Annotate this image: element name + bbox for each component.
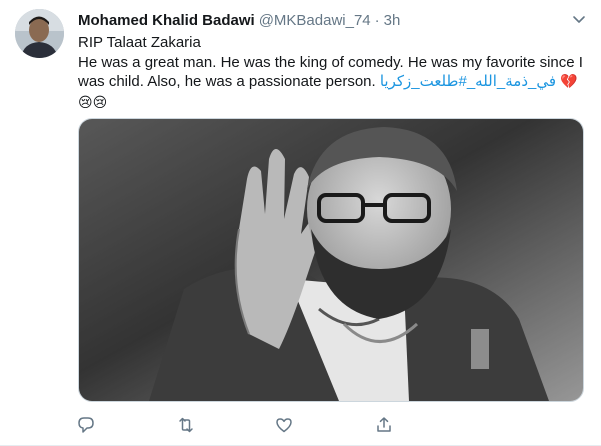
author-handle[interactable]: @MKBadawi_74 xyxy=(259,12,371,29)
share-icon[interactable] xyxy=(372,413,396,437)
tweet-photo[interactable] xyxy=(78,118,584,402)
broken-heart-emoji: 💔 xyxy=(560,74,578,90)
separator-dot: · xyxy=(374,11,380,29)
tweet[interactable]: Mohamed Khalid Badawi @MKBadawi_74 · 3h … xyxy=(0,0,601,446)
timestamp[interactable]: 3h xyxy=(384,12,401,29)
reply-icon[interactable] xyxy=(74,413,98,437)
heart-icon[interactable] xyxy=(272,413,296,437)
photo-image xyxy=(79,119,583,401)
tweet-line-2: He was a great man. He was the king of c… xyxy=(78,53,590,114)
tweet-text: RIP Talaat Zakaria He was a great man. H… xyxy=(78,33,590,113)
crying-face-emojis: 😢😢 xyxy=(78,94,108,111)
author-name[interactable]: Mohamed Khalid Badawi xyxy=(78,12,255,29)
tweet-actions xyxy=(78,413,498,437)
tweet-header: Mohamed Khalid Badawi @MKBadawi_74 · 3h xyxy=(78,10,400,30)
hashtag-link[interactable]: #طلعت_زكريا xyxy=(380,73,467,90)
avatar-image xyxy=(15,9,64,58)
chevron-down-icon[interactable] xyxy=(571,11,587,27)
tweet-line-1: RIP Talaat Zakaria xyxy=(78,34,201,51)
hashtag-link-2[interactable]: في_ذمة_الله_ xyxy=(467,73,556,90)
retweet-icon[interactable] xyxy=(174,413,198,437)
avatar[interactable] xyxy=(15,9,64,58)
